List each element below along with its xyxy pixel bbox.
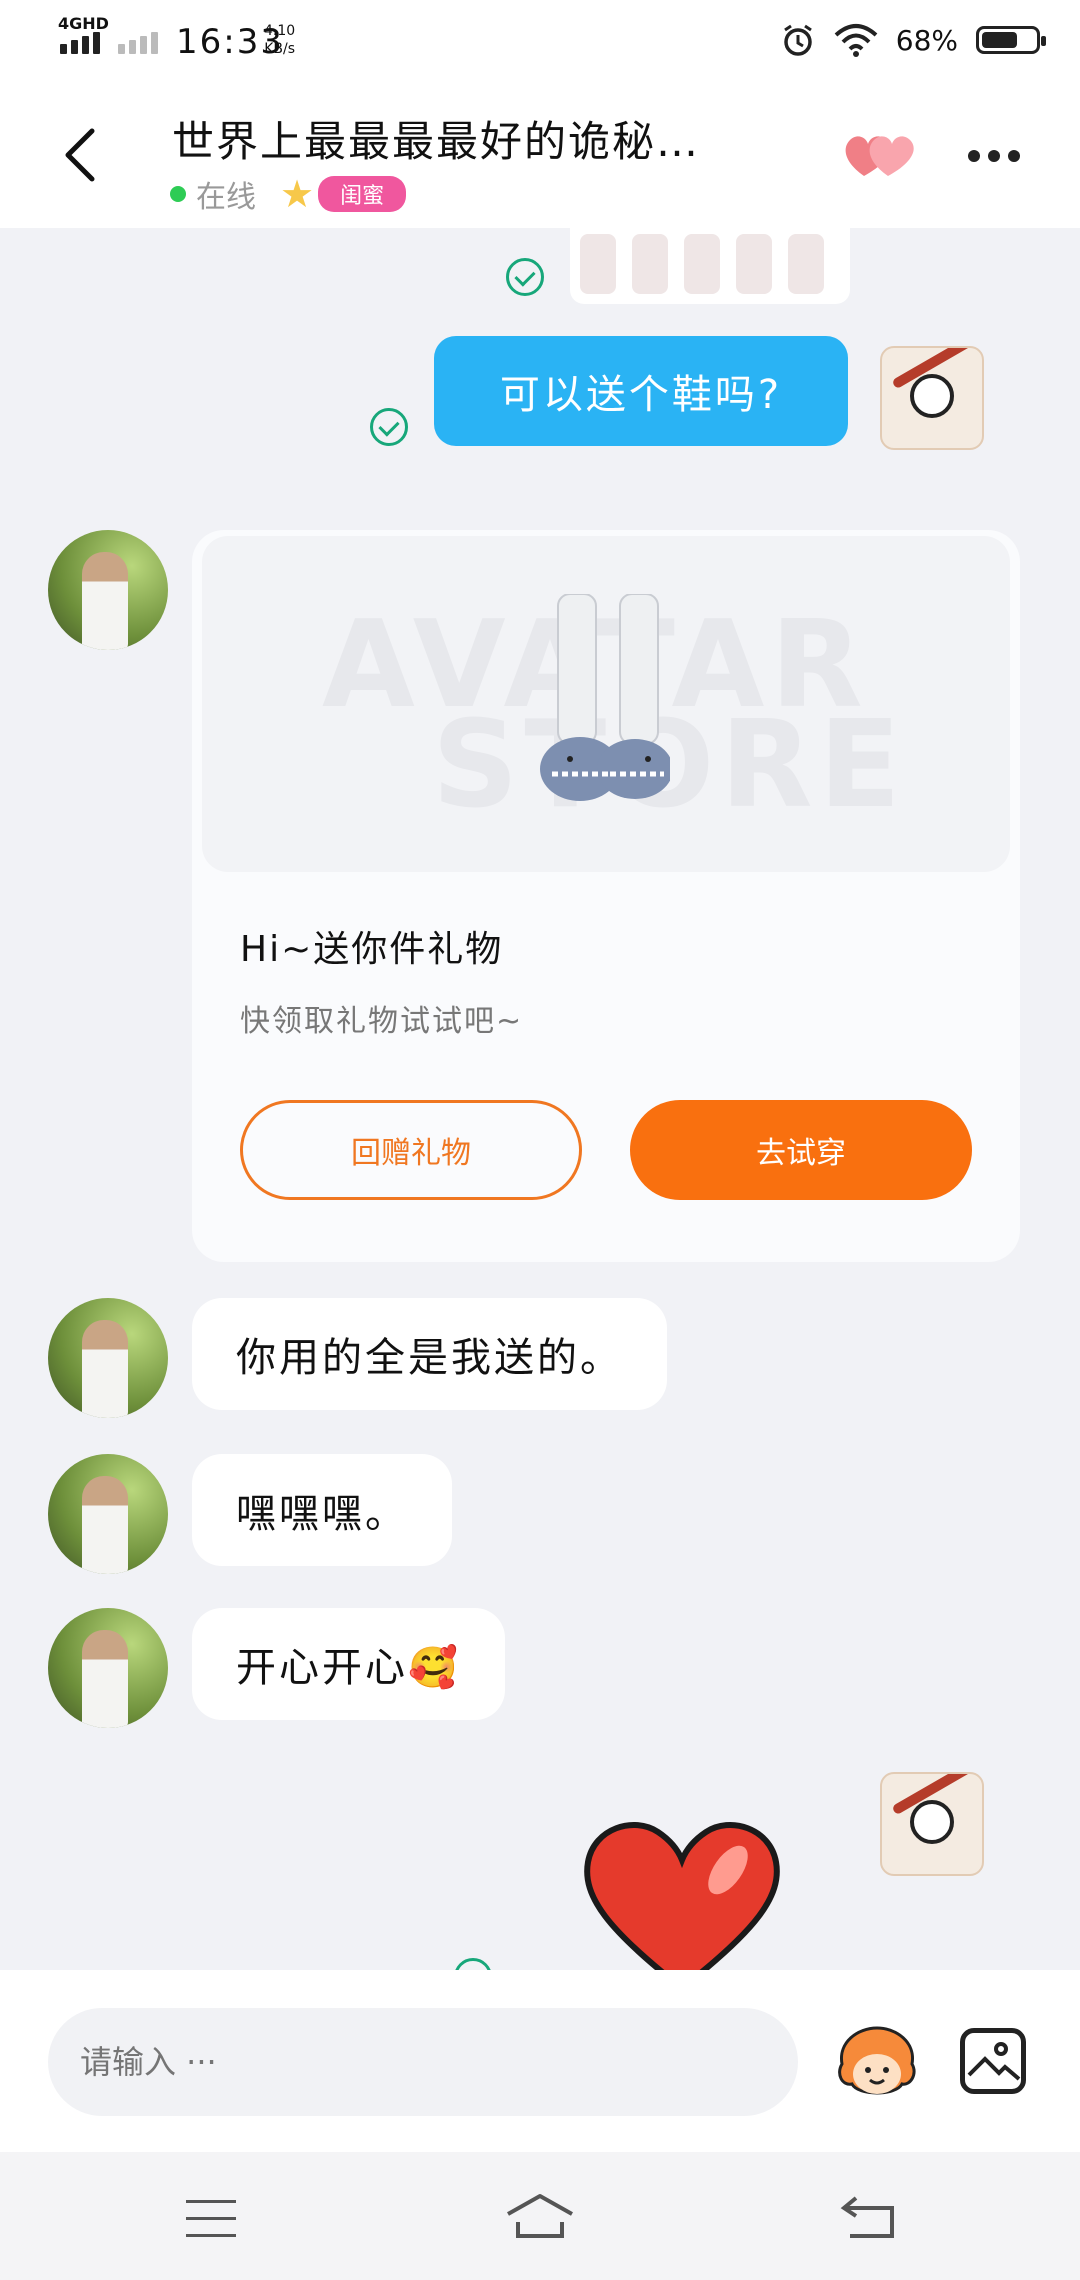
more-dots-icon[interactable] — [968, 150, 1020, 162]
message-bubble-peer[interactable]: 开心开心🥰 — [192, 1608, 505, 1720]
red-heart-sticker[interactable] — [578, 1810, 786, 1970]
peer-avatar[interactable] — [48, 1608, 168, 1728]
status-icons: 68% — [780, 22, 1046, 58]
gift-image[interactable]: AVATAR STORE — [202, 536, 1010, 872]
intimacy-hearts-icon[interactable] — [840, 126, 914, 182]
read-check-icon — [370, 408, 408, 446]
system-nav-bar — [0, 2152, 1080, 2280]
presence-row: 在线 ★ 闺蜜 — [170, 172, 407, 216]
image-picker-icon[interactable] — [960, 2028, 1026, 2094]
read-check-icon — [454, 1958, 492, 1970]
self-avatar[interactable] — [880, 346, 984, 450]
chat-title[interactable]: 世界上最最最最好的诡秘… — [172, 108, 792, 169]
battery-fill — [982, 32, 1018, 48]
message-list[interactable]: 可以送个鞋吗? AVATAR STORE Hi~送你件礼物 快领取礼物试试吧~ … — [0, 228, 1080, 1970]
gift-card-subtitle: 快领取礼物试试吧~ — [240, 1004, 524, 1039]
back-nav-icon[interactable] — [840, 2194, 896, 2240]
wifi-icon — [834, 24, 878, 57]
peer-avatar[interactable] — [48, 530, 168, 650]
peer-avatar[interactable] — [48, 1454, 168, 1574]
message-bubble-peer[interactable]: 你用的全是我送的。 — [192, 1298, 667, 1410]
battery-percent: 68% — [895, 23, 958, 57]
back-arrow-icon[interactable] — [60, 125, 100, 185]
signal-2-icon — [118, 32, 158, 54]
chat-header: 世界上最最最最好的诡秘… 在线 ★ 闺蜜 — [0, 80, 1080, 228]
try-on-button[interactable]: 去试穿 — [630, 1100, 972, 1200]
message-bubble-peer[interactable]: 嘿嘿嘿。 — [192, 1454, 452, 1566]
message-input[interactable] — [48, 2008, 798, 2116]
message-bubble-self[interactable]: 可以送个鞋吗? — [434, 336, 848, 446]
emoji-sticker-icon[interactable] — [832, 2024, 922, 2102]
read-check-icon — [506, 258, 544, 296]
network-type: 4GHD — [58, 14, 109, 33]
shark-slippers-image — [540, 594, 670, 801]
alarm-icon — [783, 24, 812, 56]
relation-badge[interactable]: 闺蜜 — [318, 176, 407, 212]
gift-card-title: Hi~送你件礼物 — [240, 929, 504, 970]
network-speed: 4.10 KB/s — [264, 23, 296, 57]
online-dot-icon — [170, 186, 186, 202]
return-gift-button[interactable]: 回赠礼物 — [240, 1100, 582, 1200]
menu-icon[interactable] — [186, 2200, 236, 2251]
online-status: 在线 — [196, 180, 256, 215]
home-icon[interactable] — [504, 2192, 576, 2242]
gift-card[interactable]: AVATAR STORE Hi~送你件礼物 快领取礼物试试吧~ 回赠礼物 去试穿 — [192, 530, 1020, 1262]
signal-icon — [60, 32, 100, 54]
input-bar — [0, 1970, 1080, 2152]
peer-avatar[interactable] — [48, 1298, 168, 1418]
status-bar: 4GHD 16:33 4.10 KB/s 68% — [0, 0, 1080, 80]
star-icon: ★ — [280, 172, 315, 216]
shop-thumbnail-strip[interactable] — [570, 228, 850, 304]
self-avatar[interactable] — [880, 1772, 984, 1876]
battery-icon — [976, 26, 1046, 54]
